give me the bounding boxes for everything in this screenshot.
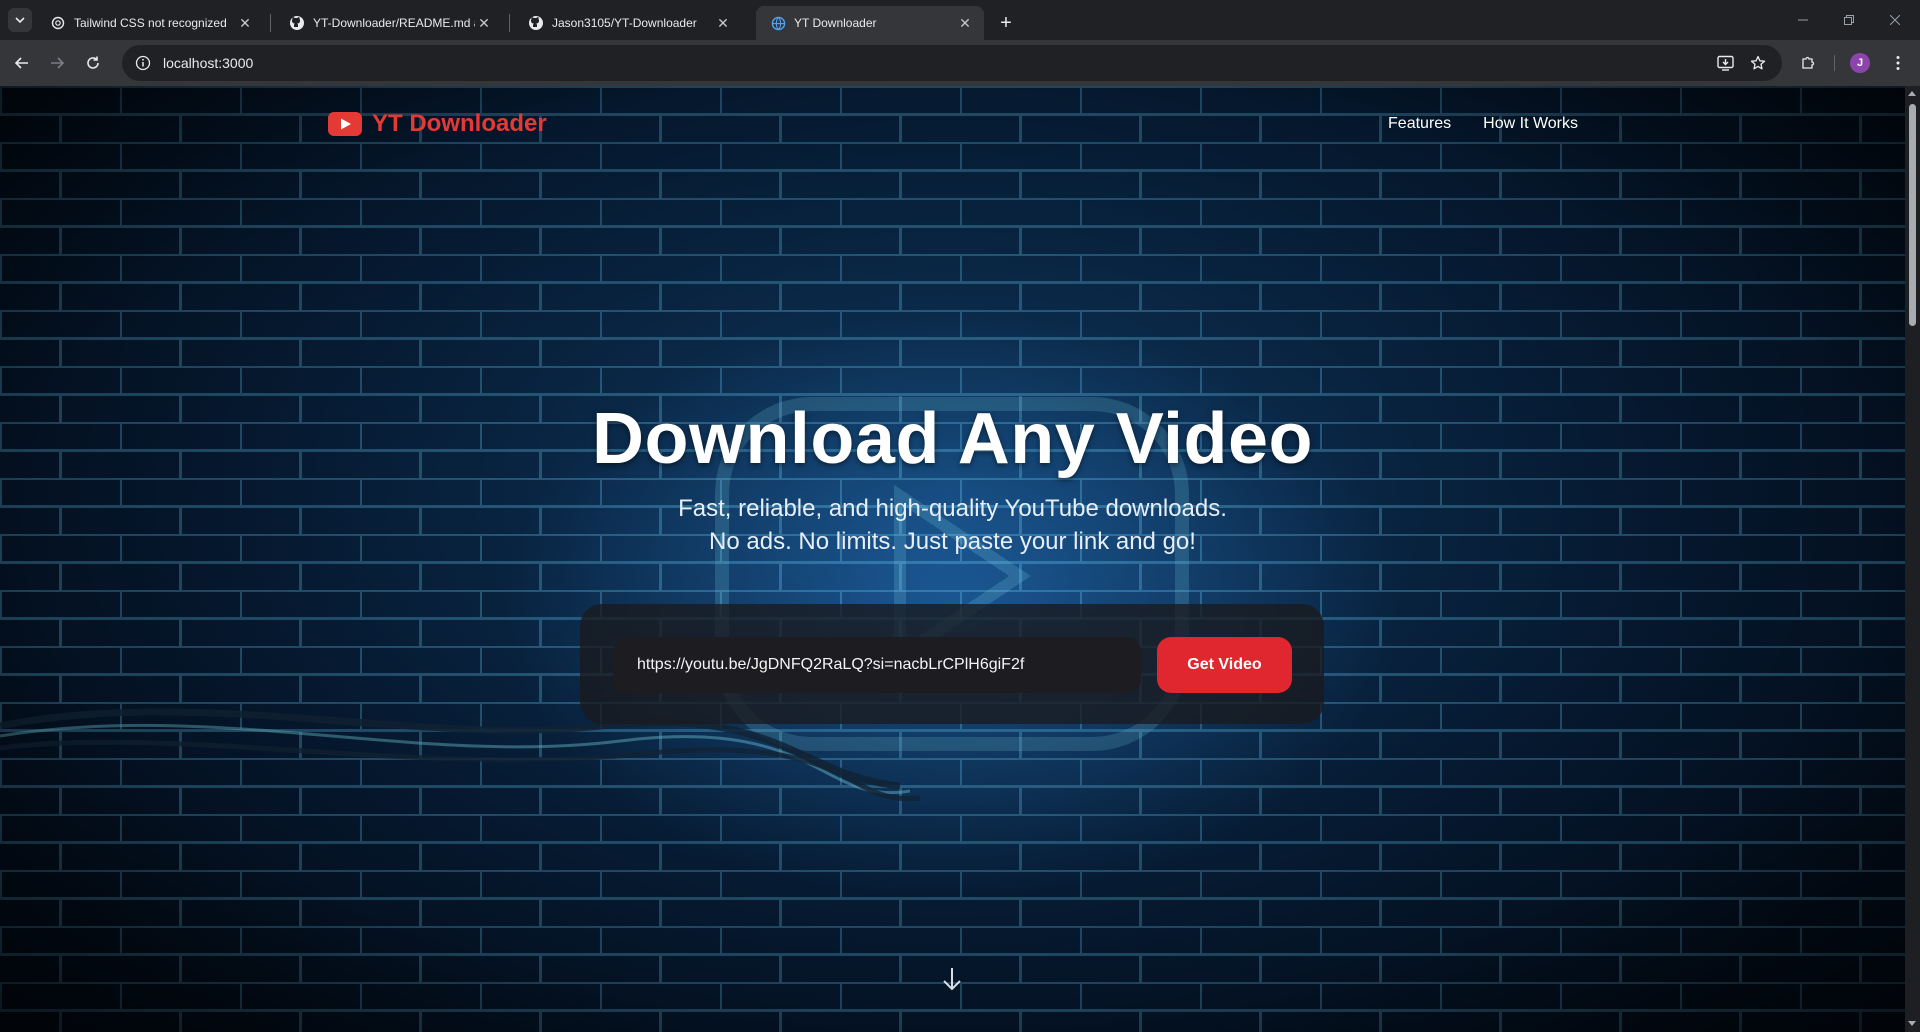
tab-tailwind[interactable]: Tailwind CSS not recognized ✕ [36,6,264,40]
tab-strip: Tailwind CSS not recognized ✕ YT-Downloa… [0,0,1920,40]
page-viewport: YT Downloader Features How It Works Down… [0,86,1905,1032]
close-window-button[interactable] [1872,0,1918,40]
star-icon [1750,55,1766,70]
tab-yt-downloader[interactable]: YT Downloader ✕ [756,6,984,40]
get-video-button[interactable]: Get Video [1157,637,1292,693]
hero-subtitle-line: Fast, reliable, and high-quality YouTube… [678,495,1227,522]
site-nav: Features How It Works [1388,104,1578,144]
tab-title: Tailwind CSS not recognized [74,16,227,30]
close-icon[interactable]: ✕ [714,14,732,32]
restore-button[interactable] [1826,0,1872,40]
close-icon[interactable]: ✕ [475,14,493,32]
more-vertical-icon [1896,56,1900,70]
openai-icon [50,15,66,31]
extensions-button[interactable] [1793,48,1823,78]
tab-title: YT Downloader [794,16,877,30]
brand-name: YT Downloader [372,110,547,137]
reload-button[interactable] [78,48,108,78]
youtube-icon [328,112,362,136]
nav-link-features[interactable]: Features [1388,115,1451,133]
install-app-button[interactable] [1711,48,1741,78]
hero-subtitle: Fast, reliable, and high-quality YouTube… [0,492,1905,558]
new-tab-button[interactable]: + [993,10,1019,36]
toolbar-divider [1834,55,1835,71]
minimize-button[interactable] [1780,0,1826,40]
tab-search-button[interactable] [8,8,32,32]
address-bar[interactable]: localhost:3000 [122,45,1782,81]
bookmark-button[interactable] [1743,48,1773,78]
tab-readme[interactable]: YT-Downloader/README.md at ✕ [275,6,503,40]
plus-icon: + [1000,11,1012,34]
page-scrollbar[interactable] [1905,86,1920,1032]
site-info-icon[interactable] [133,53,153,73]
scroll-up-arrow[interactable] [1908,91,1916,96]
scrollbar-thumb[interactable] [1909,104,1916,326]
brick-wall-background [0,86,1905,1032]
site-header: YT Downloader Features How It Works [328,104,1578,144]
minimize-icon [1798,19,1808,21]
install-icon [1717,55,1734,71]
close-icon[interactable]: ✕ [236,14,254,32]
tab-divider [509,14,510,32]
tab-title: YT-Downloader/README.md at [313,16,475,30]
browser-toolbar: localhost:3000 J [0,40,1920,86]
forward-button[interactable] [42,48,72,78]
close-icon [1890,15,1900,25]
restore-icon [1844,15,1854,25]
video-url-input[interactable] [613,637,1141,693]
globe-icon [770,15,786,31]
github-icon [289,15,305,31]
reload-icon [87,56,99,69]
tab-repo[interactable]: Jason3105/YT-Downloader ✕ [514,6,742,40]
nav-link-how-it-works[interactable]: How It Works [1483,115,1578,133]
close-icon[interactable]: ✕ [956,14,974,32]
profile-avatar[interactable]: J [1850,53,1870,73]
arrow-down-icon[interactable] [940,966,964,992]
scroll-down-arrow[interactable] [1908,1021,1916,1026]
tab-title: Jason3105/YT-Downloader [552,16,697,30]
arrow-right-icon [51,57,65,69]
arrow-left-icon [14,57,28,69]
browser-menu-button[interactable] [1883,48,1913,78]
back-button[interactable] [7,48,37,78]
hero-subtitle-line: No ads. No limits. Just paste your link … [709,528,1196,555]
chevron-down-icon [15,17,25,24]
hero-title: Download Any Video [591,399,1314,479]
puzzle-icon [1802,56,1815,69]
site-logo[interactable]: YT Downloader [328,104,547,144]
download-form: Get Video [580,604,1324,724]
tab-divider [270,14,271,32]
github-icon [528,15,544,31]
url-text[interactable]: localhost:3000 [163,55,253,71]
